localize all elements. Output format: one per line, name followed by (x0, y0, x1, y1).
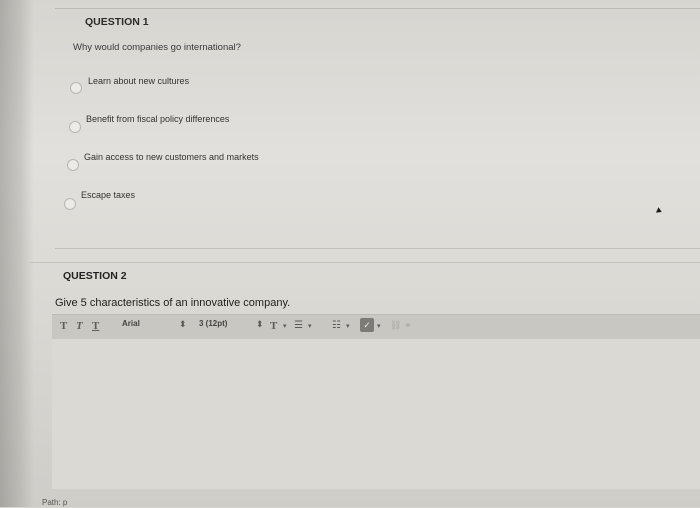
mouse-cursor-icon (655, 207, 664, 215)
font-family-select[interactable]: Arial (122, 319, 140, 333)
question2-title: QUESTION 2 (63, 270, 127, 282)
spellcheck-icon[interactable]: ✓ (360, 318, 374, 332)
underline-icon[interactable]: T (92, 320, 99, 332)
option-1-radio[interactable] (70, 82, 82, 94)
editor-path-status: Path: p (42, 498, 68, 507)
italic-icon[interactable]: T (76, 320, 83, 332)
quiz-page: QUESTION 1 Why would companies go intern… (0, 0, 700, 507)
link-icon[interactable]: ⛓ (390, 320, 401, 331)
font-family-dropdown-icon[interactable]: ⬍ (179, 319, 187, 330)
question2-prompt: Give 5 characteristics of an innovative … (55, 297, 291, 309)
question1-title: QUESTION 1 (85, 16, 149, 28)
option-1-label[interactable]: Learn about new cultures (88, 76, 189, 86)
question-divider (55, 248, 700, 249)
text-color-icon[interactable]: T (270, 320, 277, 332)
numbered-list-icon[interactable]: ☷ (332, 320, 341, 331)
option-4-radio[interactable] (64, 198, 76, 210)
screen-edge-shadow (0, 0, 34, 507)
editor-toolbar: T T T Arial ⬍ 3 (12pt) ⬍ T ▾ ☰ ▾ ☷ ▾ ✓ ▾… (52, 314, 700, 339)
option-4-label[interactable]: Escape taxes (81, 190, 135, 200)
bullet-list-icon[interactable]: ☰ (294, 320, 303, 331)
bullet-list-dropdown-icon[interactable]: ▾ (308, 322, 312, 330)
text-color-dropdown-icon[interactable]: ▾ (283, 322, 287, 330)
question1-top-divider (55, 8, 700, 9)
spellcheck-dropdown-icon[interactable]: ▾ (377, 322, 381, 330)
question1-prompt: Why would companies go international? (73, 42, 241, 53)
font-size-dropdown-icon[interactable]: ⬍ (256, 319, 264, 330)
numbered-list-dropdown-icon[interactable]: ▾ (346, 322, 350, 330)
font-size-select[interactable]: 3 (12pt) (199, 319, 227, 333)
bold-icon[interactable]: T (60, 320, 67, 332)
option-2-label[interactable]: Benefit from fiscal policy differences (86, 114, 229, 124)
answer-text-area[interactable] (52, 338, 700, 489)
option-3-label[interactable]: Gain access to new customers and markets (84, 152, 259, 162)
option-3-radio[interactable] (67, 159, 79, 171)
option-2-radio[interactable] (69, 121, 81, 133)
unlink-icon[interactable]: ⚭ (404, 320, 412, 331)
